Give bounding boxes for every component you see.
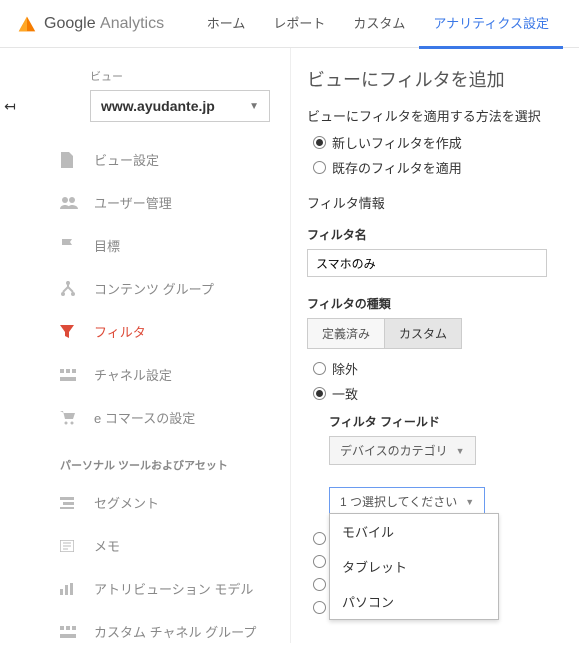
radio-icon <box>313 136 326 149</box>
nav-ecommerce[interactable]: e コマースの設定 <box>50 396 290 439</box>
nav-notes[interactable]: メモ <box>50 524 290 567</box>
tab-custom[interactable]: カスタム <box>339 0 419 49</box>
option-pc[interactable]: パソコン <box>330 584 498 619</box>
info-label: フィルタ情報 <box>307 193 579 212</box>
filter-name-input[interactable] <box>307 249 547 277</box>
radio-create-new[interactable]: 新しいフィルタを作成 <box>313 133 579 152</box>
nav-segments[interactable]: セグメント <box>50 481 290 524</box>
bars-icon <box>60 583 80 595</box>
nav-view-settings[interactable]: ビュー設定 <box>50 138 290 181</box>
document-icon <box>60 152 80 168</box>
radio-icon <box>313 532 326 545</box>
users-icon <box>60 197 80 209</box>
radio-icon <box>313 578 326 591</box>
filter-field-label: フィルタ フィールド <box>329 413 579 430</box>
filter-value-select[interactable]: 1 つ選択してください ▼ <box>329 487 485 516</box>
nav-user-management[interactable]: ユーザー管理 <box>50 181 290 224</box>
caret-down-icon: ▼ <box>465 497 474 507</box>
caret-down-icon: ▼ <box>249 101 259 112</box>
dropdown-panel: モバイル タブレット パソコン <box>329 513 499 620</box>
nav-filters[interactable]: フィルタ <box>50 310 290 353</box>
note-icon <box>60 540 80 552</box>
segment-icon <box>60 497 80 509</box>
nav-attribution[interactable]: アトリビューション モデル <box>50 567 290 610</box>
caret-down-icon: ▼ <box>456 446 465 456</box>
nav-custom-channel[interactable]: カスタム チャネル グループ <box>50 610 290 653</box>
tab-report[interactable]: レポート <box>259 0 339 49</box>
back-button[interactable]: ↤ <box>0 48 20 643</box>
radio-icon <box>313 601 326 614</box>
logo: Google Analytics <box>16 13 164 35</box>
page-title: ビューにフィルタを追加 <box>307 66 579 92</box>
channels-icon <box>60 626 80 638</box>
radio-icon <box>313 387 326 400</box>
radio-icon <box>313 555 326 568</box>
nav-content-groups[interactable]: コンテンツ グループ <box>50 267 290 310</box>
cart-icon <box>60 411 80 425</box>
channels-icon <box>60 369 80 381</box>
tab-home[interactable]: ホーム <box>193 0 260 49</box>
view-selected: www.ayudante.jp <box>101 98 215 114</box>
analytics-logo-icon <box>16 13 38 35</box>
view-selector[interactable]: www.ayudante.jp ▼ <box>90 90 270 122</box>
filter-field-select[interactable]: デバイスのカテゴリ ▼ <box>329 436 476 465</box>
filter-type-label: フィルタの種類 <box>307 295 579 312</box>
personal-tools-label: パーソナル ツールおよびアセット <box>60 457 290 473</box>
radio-exclude[interactable]: 除外 <box>313 359 579 378</box>
view-label: ビュー <box>90 68 290 84</box>
nav-channel-settings[interactable]: チャネル設定 <box>50 353 290 396</box>
funnel-icon <box>60 325 80 339</box>
type-tab-custom[interactable]: カスタム <box>385 318 462 349</box>
tab-admin[interactable]: アナリティクス設定 <box>419 0 563 49</box>
branch-icon <box>60 281 80 297</box>
method-label: ビューにフィルタを適用する方法を選択 <box>307 106 579 125</box>
logo-google: Google <box>44 15 96 32</box>
filter-name-label: フィルタ名 <box>307 226 579 243</box>
option-tablet[interactable]: タブレット <box>330 549 498 584</box>
radio-icon <box>313 161 326 174</box>
radio-icon <box>313 362 326 375</box>
option-mobile[interactable]: モバイル <box>330 514 498 549</box>
nav-goals[interactable]: 目標 <box>50 224 290 267</box>
flag-icon <box>60 238 80 254</box>
radio-apply-existing[interactable]: 既存のフィルタを適用 <box>313 158 579 177</box>
radio-include[interactable]: 一致 <box>313 384 579 403</box>
type-tab-predefined[interactable]: 定義済み <box>307 318 385 349</box>
logo-analytics: Analytics <box>100 15 164 32</box>
